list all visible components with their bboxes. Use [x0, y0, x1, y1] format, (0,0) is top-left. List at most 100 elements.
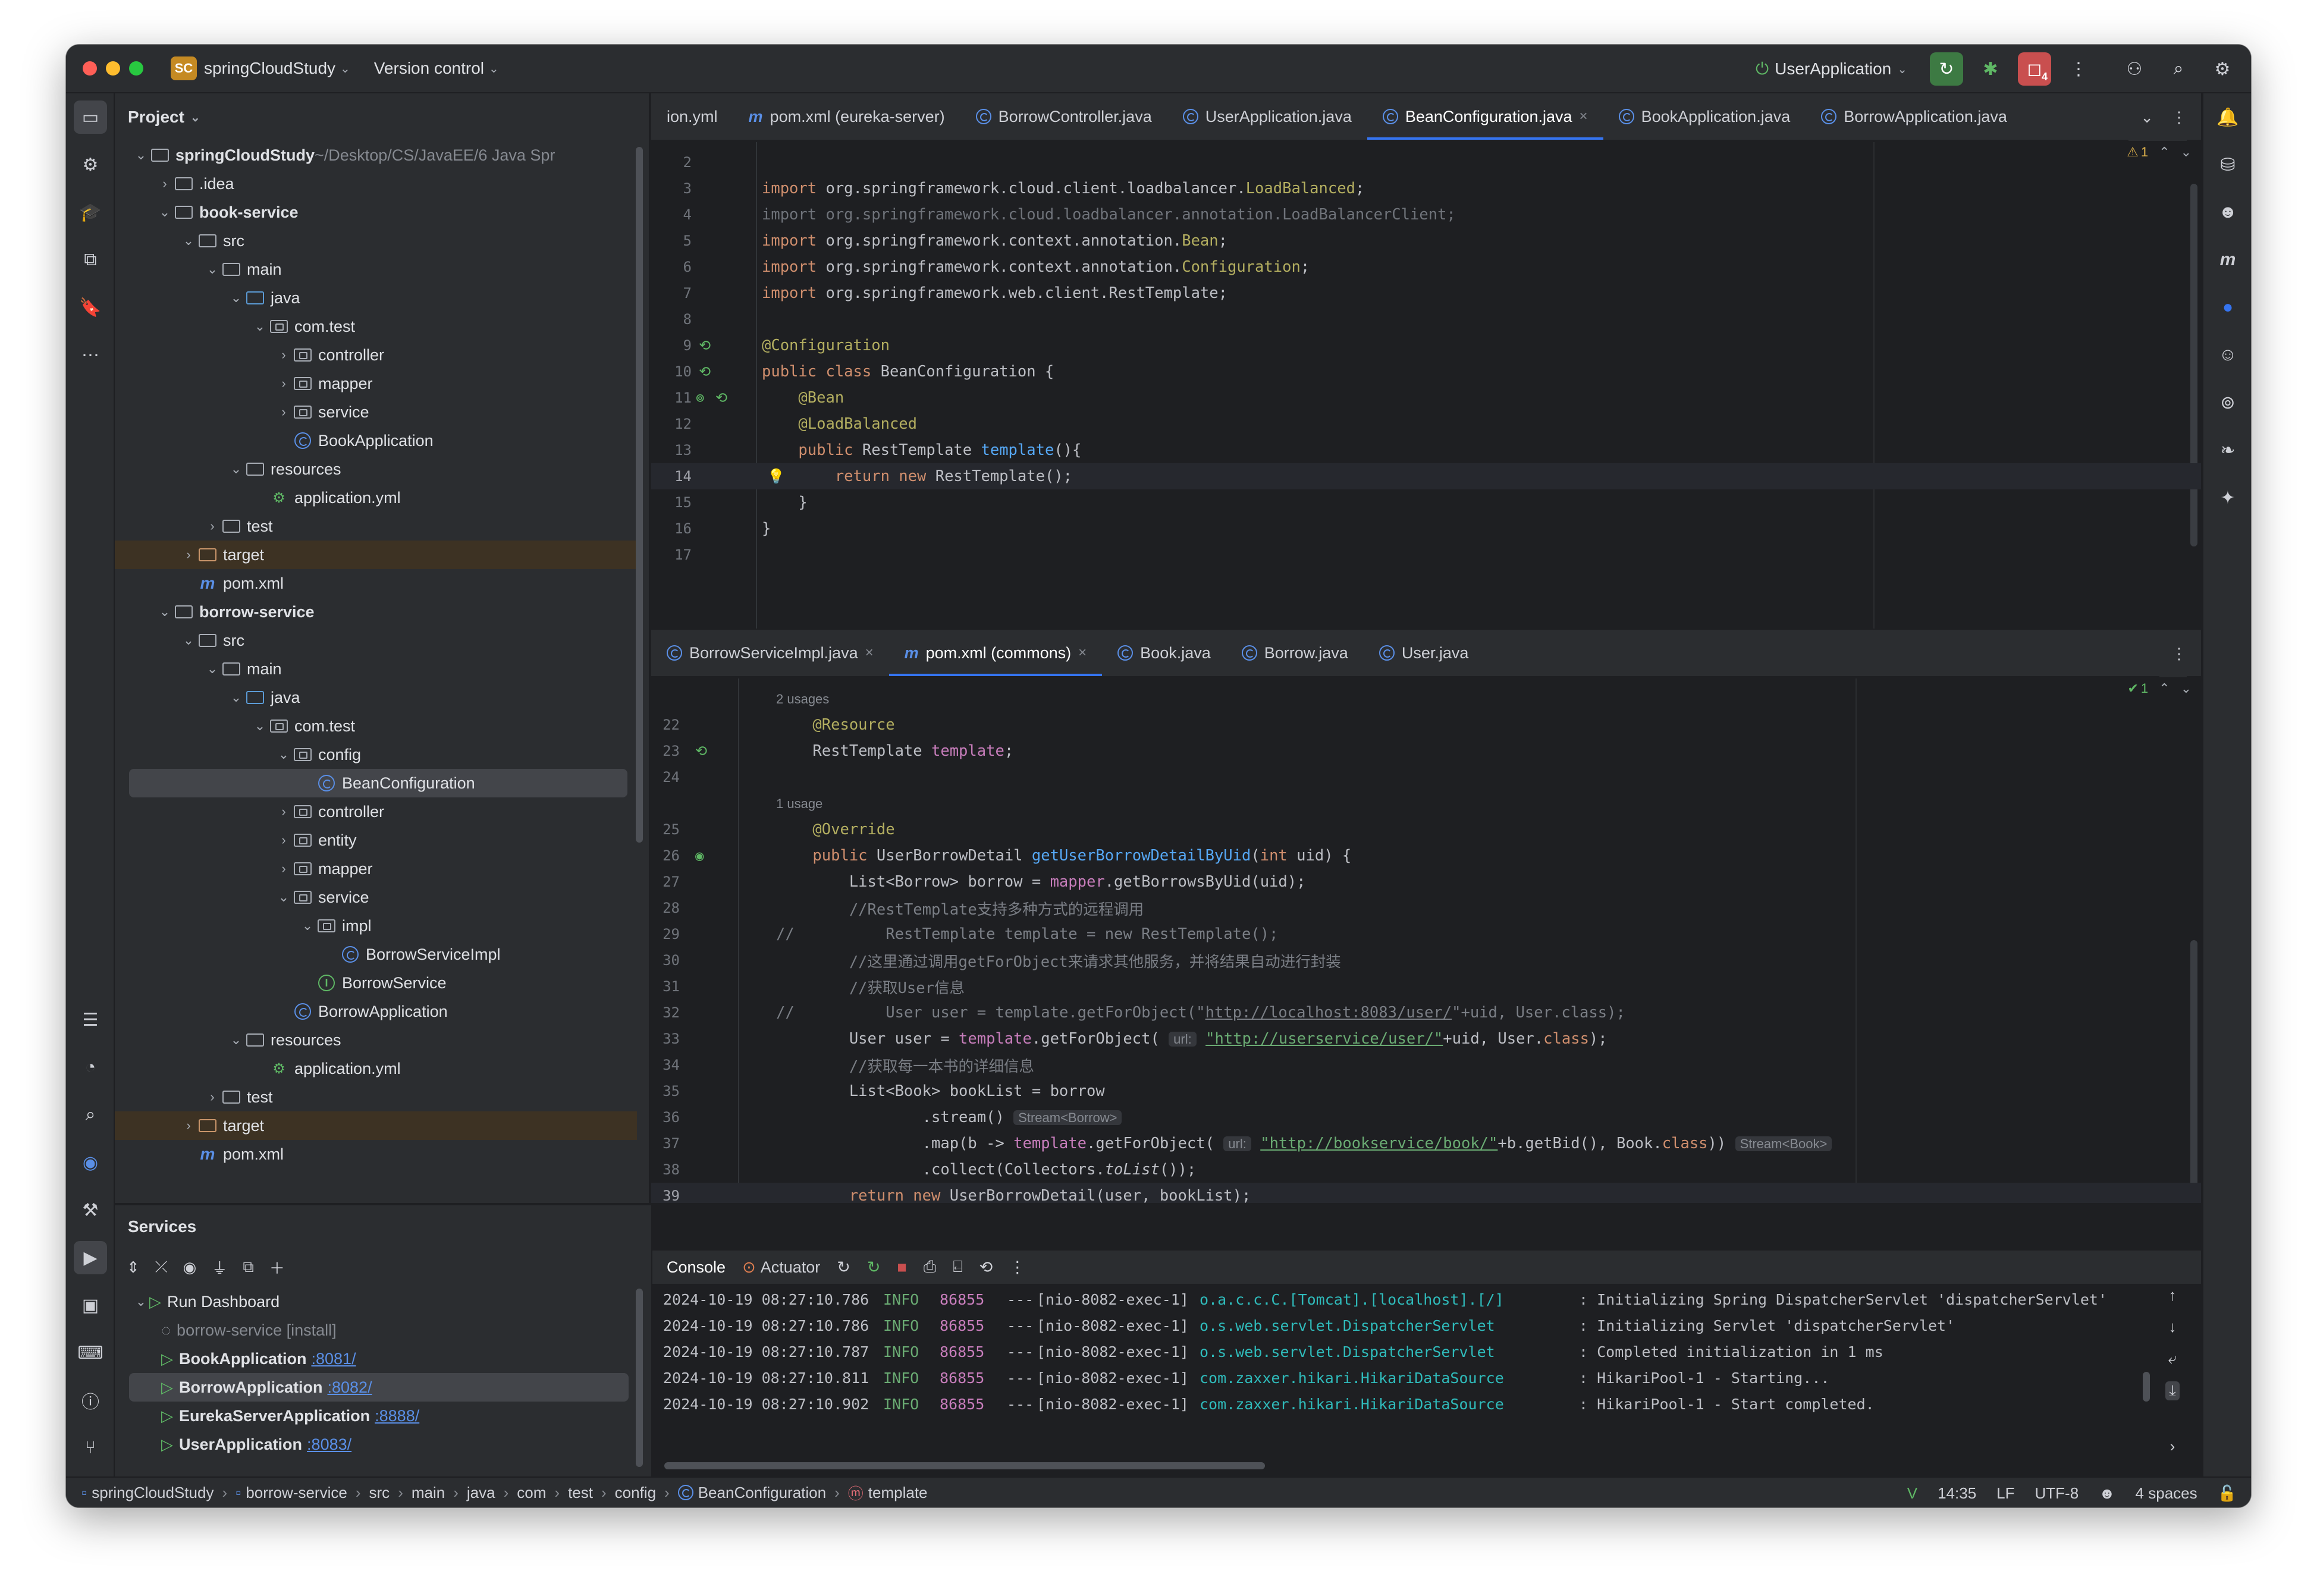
copilot-chat-button[interactable]: ☺ [2211, 338, 2244, 372]
camera-icon[interactable]: ⎙ [924, 1258, 937, 1277]
breadcrumb-item[interactable]: com [517, 1484, 546, 1502]
tree-item[interactable]: › test [115, 1083, 637, 1111]
structure-tool-button[interactable]: ⧉ [74, 243, 107, 277]
more-vertical-icon[interactable]: ⋮ [1009, 1258, 1025, 1277]
console-output[interactable]: 2024-10-19 08:27:10.786 INFO 86855 --- [nio-… [652, 1286, 2142, 1453]
chevron-right-icon[interactable]: › [275, 861, 292, 876]
spring-gutter-icon[interactable]: ⊚ [696, 389, 704, 406]
maven-button[interactable]: m [2211, 243, 2244, 277]
tree-item[interactable]: I BorrowService [115, 969, 637, 997]
chevron-right-icon[interactable]: › [275, 832, 292, 848]
code-line[interactable]: 10 public class BeanConfiguration {⟲ [651, 359, 2201, 385]
expand-icon[interactable]: › [2170, 1437, 2175, 1456]
vcs-menu[interactable]: Version control ⌄ [374, 59, 499, 78]
override-gutter-icon[interactable]: ◉ [695, 847, 704, 864]
services-tool-button[interactable]: ⚙ [74, 148, 107, 181]
service-port-link[interactable]: :8081/ [312, 1350, 356, 1368]
more-vertical-icon[interactable]: ⋮ [2171, 108, 2187, 127]
tab-pom-xml-eureka-server-[interactable]: m pom.xml (eureka-server) [733, 93, 960, 140]
code-area-bottom[interactable]: ✔ 1 ⌃ ⌄ 2 usages 22 @Resource 23 RestTempla… [651, 678, 2201, 1203]
file-encoding[interactable]: UTF-8 [2035, 1484, 2079, 1503]
spring-button[interactable]: ❧ [2211, 433, 2244, 467]
services-run-tool-button[interactable]: ▶ [74, 1241, 107, 1274]
tree-item[interactable]: ⌄ book-service [115, 198, 637, 227]
code-line[interactable]: 36 .stream() Stream<Borrow> [651, 1104, 2201, 1130]
breadcrumb-item[interactable]: ▫ springCloudStudy [81, 1484, 214, 1502]
find-tool-button[interactable]: ⌕ [74, 1098, 107, 1132]
tree-item[interactable]: ⌄ com.test [115, 712, 637, 740]
code-line[interactable]: 33 User user = template.getForObject( ur… [651, 1026, 2201, 1052]
breadcrumb-item[interactable]: ⓜ template [848, 1482, 928, 1504]
todo-tool-button[interactable]: ☰ [74, 1003, 107, 1036]
tab-user-java[interactable]: User.java [1364, 630, 1484, 676]
code-line[interactable]: 23 RestTemplate template; ⟲ [651, 738, 2201, 764]
code-line[interactable]: 24 [651, 764, 2201, 790]
code-with-me-button[interactable]: ⚇ [2118, 52, 2151, 86]
add-service-icon[interactable]: ＋ [269, 1256, 285, 1278]
tab-ion-yml[interactable]: ion.yml [651, 93, 733, 140]
code-line[interactable]: 29 // RestTemplate template = new RestTem… [651, 921, 2201, 947]
tree-item[interactable]: m pom.xml [115, 1140, 637, 1168]
tree-item[interactable]: › target [115, 1111, 637, 1140]
tree-item[interactable]: BeanConfiguration [129, 769, 627, 797]
code-line[interactable]: 17 [651, 542, 2201, 568]
tab-borrow-java[interactable]: Borrow.java [1226, 630, 1364, 676]
code-line[interactable]: 11 @Bean ⊚ ⟲ [651, 385, 2201, 411]
collapse-all-icon[interactable]: ⤫ [155, 1258, 168, 1277]
console-horizontal-scrollbar[interactable] [664, 1462, 1265, 1469]
chevron-down-icon[interactable]: ⌄ [252, 718, 268, 734]
code-line[interactable]: 34 //获取每一本书的详细信息 [651, 1052, 2201, 1078]
chevron-right-icon[interactable]: › [275, 804, 292, 819]
code-line[interactable]: 2 [651, 149, 2201, 175]
code-line[interactable]: 32 // User user = template.getForObject("… [651, 1000, 2201, 1026]
autowired-gutter-icon[interactable]: ⟲ [695, 743, 707, 759]
tree-item[interactable]: ⌄ java [115, 284, 637, 312]
minimize-window-button[interactable] [106, 61, 120, 76]
code-line[interactable]: 27 List<Borrow> borrow = mapper.getBorro… [651, 869, 2201, 895]
chevron-down-icon[interactable]: ⌄ [228, 461, 244, 477]
tree-item[interactable]: ⌄ impl [115, 912, 637, 940]
chevron-down-icon[interactable]: ⌄ [228, 290, 244, 306]
tree-vertical-scrollbar[interactable] [636, 147, 643, 843]
more-vertical-icon[interactable]: ⋮ [2171, 645, 2187, 663]
tree-item[interactable]: ⌄ com.test [115, 312, 637, 341]
scroll-down-icon[interactable]: ↓ [2169, 1318, 2177, 1336]
database-button[interactable]: ⛁ [2211, 148, 2244, 181]
chevron-down-icon[interactable]: ⌄ [228, 690, 244, 705]
maximize-window-button[interactable] [129, 61, 143, 76]
bean-gutter-icon[interactable]: ⟲ [715, 389, 727, 406]
stop-button[interactable]: ◻ 4 [2018, 52, 2051, 86]
project-badge[interactable]: SC [171, 56, 197, 80]
code-line[interactable]: 38 .collect(Collectors.toList()); [651, 1157, 2201, 1183]
tree-item[interactable]: BorrowApplication [115, 997, 637, 1026]
bean-gutter-icon[interactable]: ⟲ [699, 363, 711, 380]
project-switcher[interactable]: springCloudStudy ⌄ [204, 59, 350, 78]
code-line[interactable]: 7 import org.springframework.web.client.R… [651, 280, 2201, 306]
tree-item[interactable]: ⌄ src [115, 626, 637, 655]
close-icon[interactable]: × [1580, 108, 1588, 125]
code-line[interactable]: 6 import org.springframework.context.anno… [651, 254, 2201, 280]
tree-item[interactable]: m pom.xml [115, 569, 637, 598]
tree-item[interactable]: › mapper [115, 854, 637, 883]
tree-item[interactable]: › test [115, 512, 637, 541]
database-tool-button[interactable]: ◉ [74, 1146, 107, 1179]
search-everywhere-button[interactable]: ⌕ [2162, 52, 2195, 86]
tree-item[interactable]: ⌄ resources [115, 1026, 637, 1054]
tree-item[interactable]: ⌄ java [115, 683, 637, 712]
tree-item[interactable]: ⚙ application.yml [115, 1054, 637, 1083]
rerun-button[interactable]: ↻ [1930, 52, 1963, 86]
eye-icon[interactable]: ◉ [183, 1258, 197, 1277]
chevron-down-icon[interactable]: ⌄ [252, 319, 268, 334]
lightbulb-icon[interactable]: 💡 [767, 468, 785, 485]
git-tool-button[interactable]: ⑂ [74, 1431, 107, 1465]
breadcrumb-item[interactable]: main [412, 1484, 445, 1502]
filter-icon[interactable]: ⏚ [212, 1256, 227, 1278]
run-configuration-selector[interactable]: ⏻ UserApplication ⌄ [1756, 59, 1907, 79]
tree-item[interactable]: ⌄ src [115, 227, 637, 255]
problems-tool-button[interactable]: ⓘ [74, 1384, 107, 1417]
service-item[interactable]: ◌ borrow-service [install] [115, 1316, 638, 1344]
terminal-tool-button[interactable]: ⌨ [74, 1336, 107, 1369]
chevron-down-icon[interactable]: ⌄ [156, 604, 173, 620]
tree-item[interactable]: BorrowServiceImpl [115, 940, 637, 969]
tree-item[interactable]: ⌄ borrow-service [115, 598, 637, 626]
